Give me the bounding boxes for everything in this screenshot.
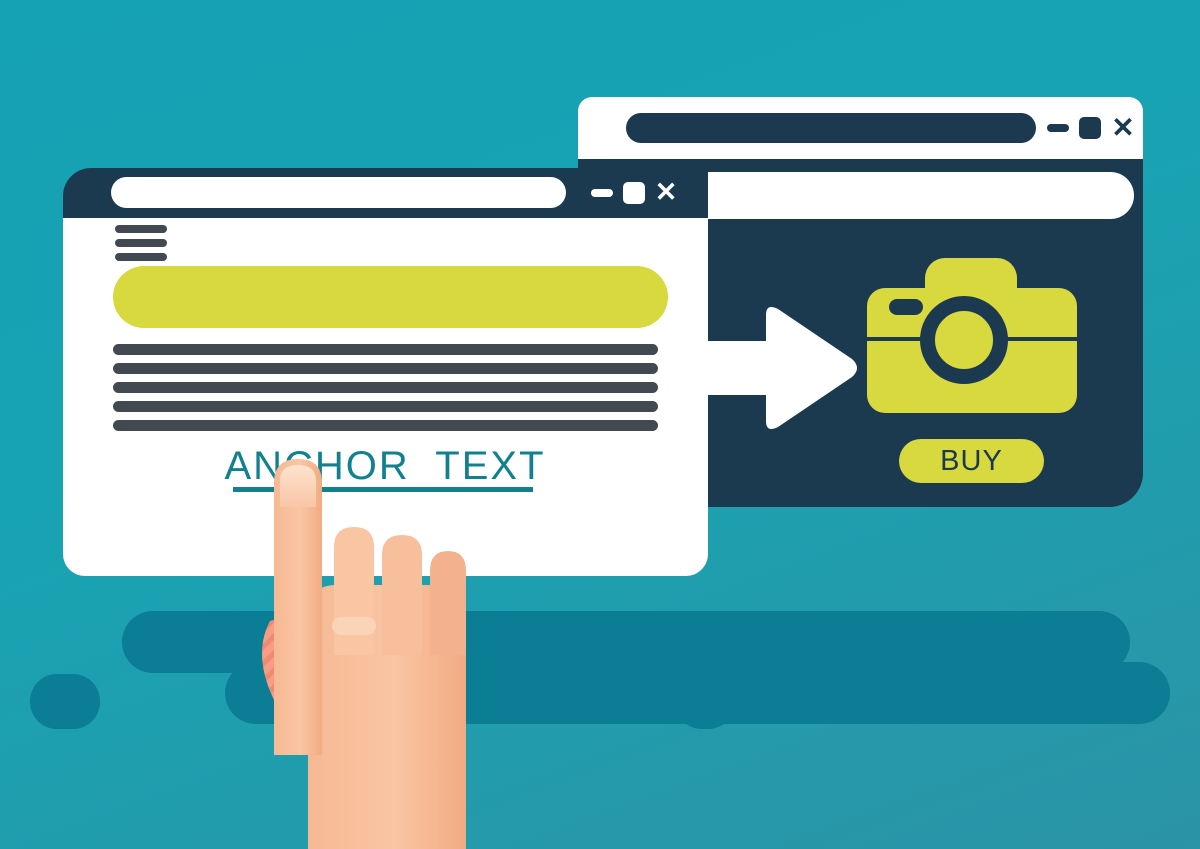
camera-icon xyxy=(867,258,1077,413)
background-blob xyxy=(675,674,735,729)
paragraph-placeholder xyxy=(113,344,658,432)
text-line xyxy=(113,363,658,374)
hamburger-line xyxy=(115,225,167,233)
hamburger-line xyxy=(115,253,167,261)
front-window-url-bar[interactable] xyxy=(111,177,566,208)
hand-fingernail xyxy=(280,465,316,507)
maximize-icon[interactable] xyxy=(623,182,645,204)
back-window-address-bar[interactable] xyxy=(626,113,1036,143)
front-window-titlebar: ✕ xyxy=(63,168,708,218)
back-window-titlebar: ✕ xyxy=(578,97,1143,159)
background-blob xyxy=(30,674,100,729)
close-icon[interactable]: ✕ xyxy=(652,179,680,207)
hand-knuckle-highlight xyxy=(332,617,376,635)
illustration-canvas: ✕ BUY ✕ ANCHOR TEXT xyxy=(0,0,1200,849)
hero-banner xyxy=(113,266,668,328)
text-line xyxy=(113,420,658,431)
close-icon[interactable]: ✕ xyxy=(1109,114,1137,142)
background-blob xyxy=(690,662,1170,724)
hand-ring-finger xyxy=(382,535,422,655)
maximize-icon[interactable] xyxy=(1079,117,1101,139)
buy-button[interactable]: BUY xyxy=(899,439,1044,483)
text-line xyxy=(113,401,658,412)
minimize-icon[interactable] xyxy=(1047,124,1069,132)
camera-lens-icon xyxy=(920,296,1008,384)
hand-middle-finger xyxy=(334,527,374,655)
background-blob xyxy=(430,611,1130,673)
camera-flash-slot xyxy=(889,299,923,315)
hand-pinky-finger xyxy=(430,551,466,655)
minimize-icon[interactable] xyxy=(591,189,613,197)
pointing-hand-cursor xyxy=(248,455,508,849)
hamburger-menu-icon[interactable] xyxy=(115,225,167,261)
hamburger-line xyxy=(115,239,167,247)
text-line xyxy=(113,344,658,355)
text-line xyxy=(113,382,658,393)
flow-arrow-right xyxy=(686,303,858,433)
